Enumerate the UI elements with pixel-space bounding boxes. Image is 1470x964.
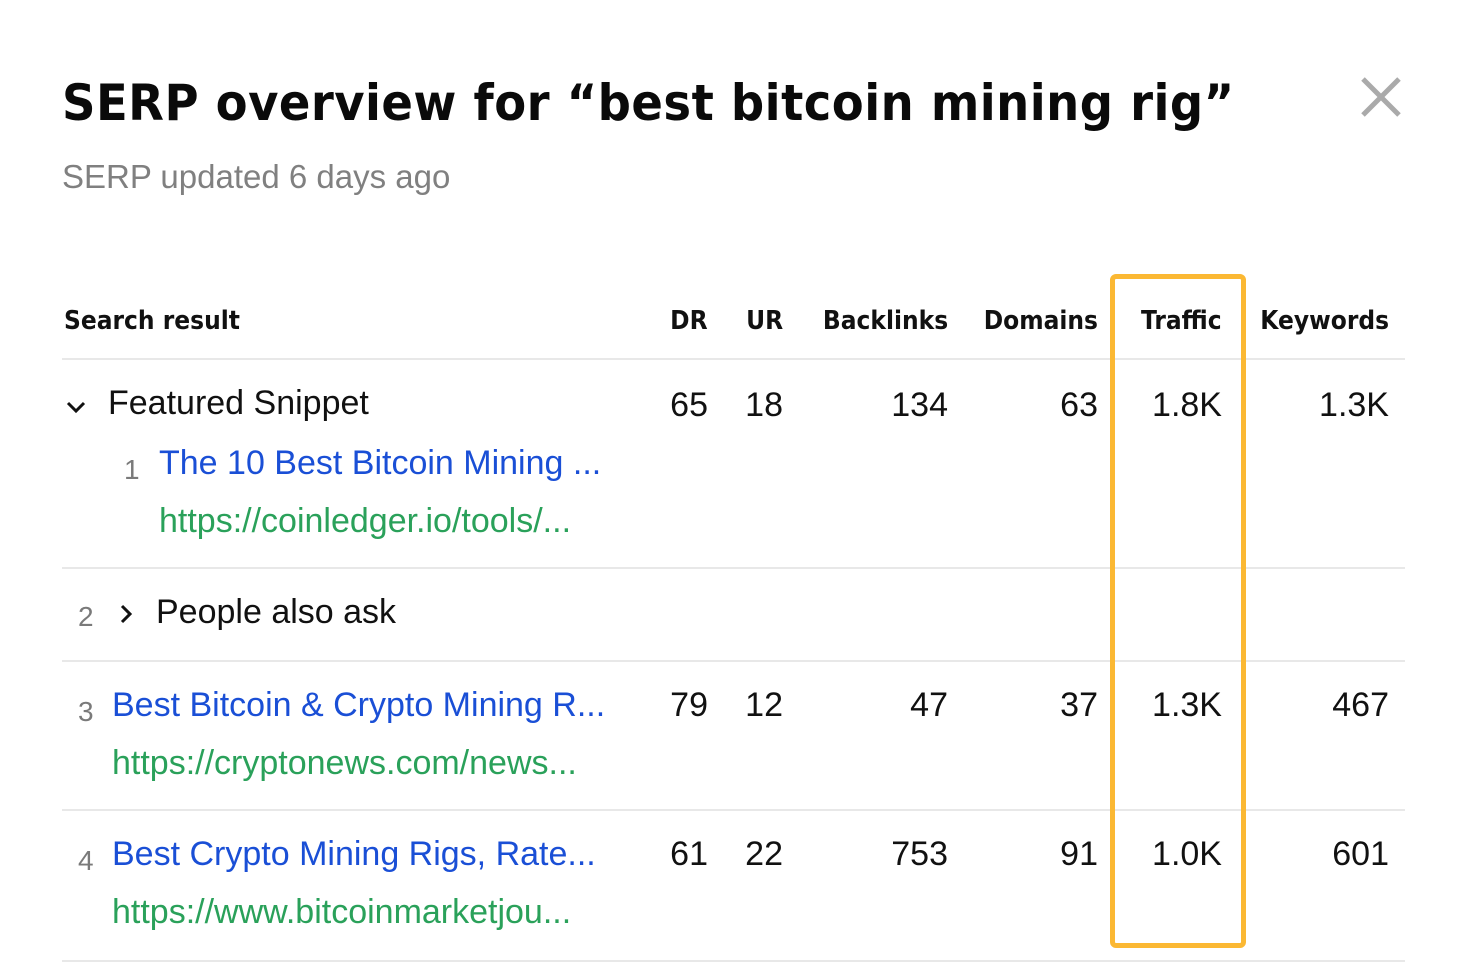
backlinks-value[interactable]: 47: [910, 686, 948, 725]
keywords-value[interactable]: 601: [1332, 835, 1389, 874]
table-row: 4 Best Crypto Mining Rigs, Rate... https…: [62, 811, 1405, 962]
serp-updated-text: SERP updated 6 days ago: [62, 158, 451, 195]
dr-value: 61: [670, 835, 708, 873]
column-header-domains[interactable]: Domains: [984, 306, 1098, 336]
keywords-value[interactable]: 467: [1332, 686, 1389, 725]
table-row: 3 Best Bitcoin & Crypto Mining R... http…: [62, 662, 1405, 811]
page-title: SERP overview for “best bitcoin mining r…: [62, 74, 1235, 132]
domains-value[interactable]: 37: [1060, 686, 1098, 725]
traffic-value: 1.3K: [1152, 686, 1222, 724]
column-header-backlinks[interactable]: Backlinks: [823, 306, 948, 336]
people-also-ask-label[interactable]: People also ask: [156, 593, 396, 632]
result-url-link[interactable]: https://coinledger.io/tools/...: [159, 502, 571, 541]
result-url-link[interactable]: https://www.bitcoinmarketjou...: [112, 893, 571, 932]
traffic-value: 1.0K: [1152, 835, 1222, 873]
chevron-right-icon[interactable]: [114, 602, 138, 626]
keywords-value[interactable]: 1.3K: [1319, 386, 1389, 425]
ur-value: 12: [745, 686, 783, 724]
domains-value[interactable]: 91: [1060, 835, 1098, 874]
table-header: Search result DR UR Backlinks Domains Tr…: [62, 300, 1405, 360]
chevron-down-icon[interactable]: [64, 395, 88, 419]
featured-snippet-label[interactable]: Featured Snippet: [108, 384, 369, 423]
result-url-link[interactable]: https://cryptonews.com/news...: [112, 744, 577, 783]
result-title-link[interactable]: Best Bitcoin & Crypto Mining R...: [112, 686, 605, 725]
ur-value: 22: [745, 835, 783, 873]
ur-value: 18: [745, 386, 783, 424]
backlinks-value[interactable]: 134: [891, 386, 948, 425]
column-header-traffic[interactable]: Traffic: [1141, 306, 1222, 336]
result-position: 3: [78, 696, 94, 727]
table-row-featured-snippet: Featured Snippet 1 The 10 Best Bitcoin M…: [62, 360, 1405, 569]
traffic-value: 1.8K: [1152, 386, 1222, 424]
domains-value[interactable]: 63: [1060, 386, 1098, 425]
backlinks-value[interactable]: 753: [891, 835, 948, 874]
table-row-people-also-ask: 2 People also ask: [62, 569, 1405, 662]
close-icon: [1361, 77, 1401, 117]
dr-value: 79: [670, 686, 708, 724]
column-header-ur[interactable]: UR: [746, 306, 783, 336]
result-position: 2: [78, 601, 94, 632]
result-position: 1: [124, 454, 140, 485]
close-button[interactable]: [1356, 74, 1406, 120]
column-header-keywords[interactable]: Keywords: [1260, 306, 1389, 336]
column-header-search-result[interactable]: Search result: [64, 306, 240, 336]
result-position: 4: [78, 845, 94, 876]
dr-value: 65: [670, 386, 708, 424]
result-title-link[interactable]: Best Crypto Mining Rigs, Rate...: [112, 835, 596, 874]
column-header-dr[interactable]: DR: [671, 306, 708, 336]
result-title-link[interactable]: The 10 Best Bitcoin Mining ...: [159, 444, 601, 483]
